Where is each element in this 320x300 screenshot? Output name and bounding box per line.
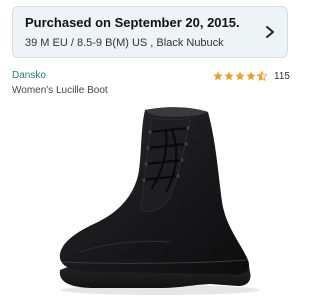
- purchase-date: Purchased on September 20, 2015.: [25, 15, 240, 30]
- chevron-right-icon[interactable]: [263, 25, 277, 39]
- brand-link[interactable]: Dansko: [12, 70, 46, 81]
- boot-illustration: [59, 107, 260, 295]
- purchase-variant: 39 M EU / 8.5-9 B(M) US , Black Nubuck: [25, 37, 224, 49]
- product-title[interactable]: Women's Lucille Boot: [12, 85, 108, 96]
- star-full-icon: [246, 71, 256, 81]
- star-full-icon: [224, 71, 234, 81]
- review-count[interactable]: 115: [274, 71, 290, 82]
- star-full-icon: [235, 71, 245, 81]
- rating-summary[interactable]: 115: [213, 69, 290, 83]
- product-image[interactable]: [40, 102, 270, 298]
- star-full-icon: [213, 71, 223, 81]
- star-rating: [213, 71, 268, 81]
- purchase-info-card[interactable]: Purchased on September 20, 2015. 39 M EU…: [12, 6, 288, 58]
- star-half-icon: [257, 71, 268, 81]
